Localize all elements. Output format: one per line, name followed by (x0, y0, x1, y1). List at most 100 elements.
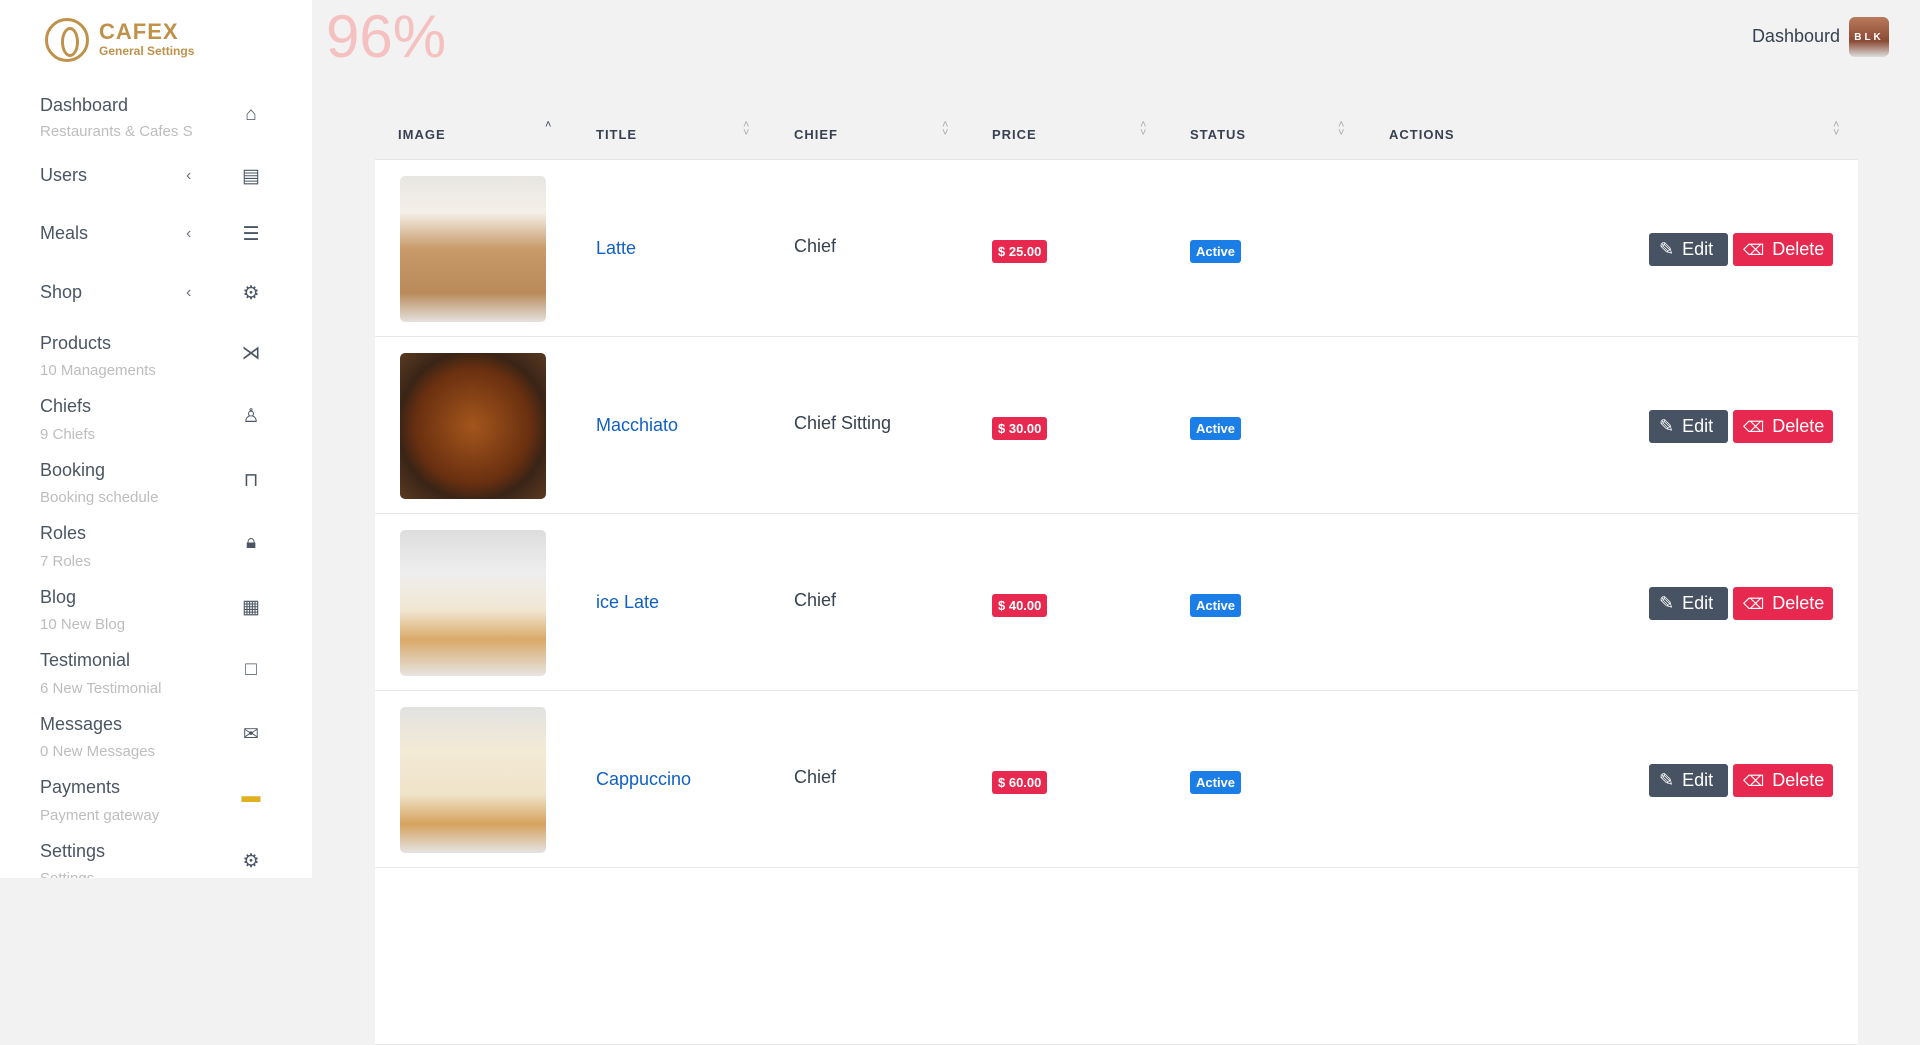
delete-button[interactable]: ⌫ Delete (1733, 410, 1833, 443)
sidebar-item-subtitle: 6 New Testimonial (40, 680, 162, 697)
sidebar-item-testimonial[interactable]: Testimonial 6 New Testimonial □ (0, 650, 312, 710)
sidebar-item-booking[interactable]: Booking Booking schedule ⊓ (0, 460, 312, 520)
product-title-link[interactable]: ice Late (596, 592, 659, 613)
edit-button[interactable]: ✎ Edit (1649, 764, 1728, 797)
brand-subtitle: General Settings (99, 44, 195, 58)
status-badge: Active (1190, 417, 1242, 440)
product-title-link[interactable]: Macchiato (596, 415, 678, 436)
status-badge: Active (1190, 240, 1242, 263)
table-row: ice Late Chief $ 40.00 Active ✎ Edit ⌫ Del… (375, 514, 1858, 691)
sidebar-item-label: Products (40, 333, 112, 353)
chief-name: Chief (794, 590, 837, 610)
sidebar-item-label: Dashboard (40, 95, 129, 115)
edit-label: Edit (1682, 416, 1714, 436)
sidebar-item-payments[interactable]: Payments Payment gateway ▬ (0, 777, 312, 837)
product-title-link[interactable]: Latte (596, 238, 636, 259)
chat-icon: □ (245, 659, 257, 680)
edit-label: Edit (1682, 593, 1714, 613)
table-row: Latte Chief $ 25.00 Active ✎ Edit ⌫ Delete (375, 160, 1858, 337)
edit-label: Edit (1682, 770, 1714, 790)
sidebar-item-chiefs[interactable]: Chiefs 9 Chiefs ♙ (0, 396, 312, 456)
price-badge: $ 60.00 (992, 771, 1048, 794)
delete-button[interactable]: ⌫ Delete (1733, 764, 1833, 797)
chevron-left-icon[interactable]: ‹ (186, 284, 191, 302)
col-chief[interactable]: CHIEF (794, 127, 838, 142)
sidebar-item-dashboard[interactable]: Dashboard Restaurants & Cafes S ⌂ (0, 95, 312, 155)
pencil-icon: ✎ (1659, 239, 1675, 259)
sort-icon[interactable]: ˄ ˅ (942, 120, 948, 139)
chief-name: Chief (794, 767, 837, 787)
brand-name: CAFEX (99, 19, 179, 44)
col-image[interactable]: IMAGE (398, 127, 446, 142)
sidebar-item-subtitle: 9 Chiefs (40, 426, 96, 443)
sidebar-item-subtitle: 7 Roles (40, 553, 91, 570)
sidebar-item-label: Meals (40, 223, 89, 243)
chief-name: Chief (794, 236, 837, 256)
edit-button[interactable]: ✎ Edit (1649, 410, 1728, 443)
sidebar-item-roles[interactable]: Roles 7 Roles 🔒︎ (0, 523, 312, 583)
chef-icon: ♙ (242, 405, 260, 427)
sidebar-item-blog[interactable]: Blog 10 New Blog ▦ (0, 587, 312, 647)
sidebar-item-label: Booking (40, 460, 106, 480)
sidebar-item-messages[interactable]: Messages 0 New Messages ✉ (0, 714, 312, 774)
pencil-icon: ✎ (1659, 416, 1675, 436)
edit-label: Edit (1682, 239, 1714, 259)
avatar[interactable]: BLK (1849, 17, 1889, 57)
delete-label: Delete (1772, 239, 1825, 259)
backspace-icon: ⌫ (1743, 241, 1765, 259)
sidebar-item-label: Payments (40, 777, 121, 797)
sidebar-item-settings[interactable]: Settings Settings ⚙ (0, 841, 312, 878)
col-price[interactable]: PRICE (992, 127, 1037, 142)
col-title[interactable]: TITLE (596, 127, 637, 142)
sort-icon[interactable]: ˄ ˅ (1140, 120, 1146, 139)
sidebar-item-label: Shop (40, 282, 83, 302)
product-image (400, 176, 546, 322)
sidebar-item-label: Blog (40, 587, 77, 607)
delete-label: Delete (1772, 770, 1825, 790)
newspaper-icon: ▦ (242, 596, 260, 618)
sidebar-item-meals[interactable]: Meals ‹ ☰ (0, 223, 312, 283)
sort-icon[interactable]: ˄ ˅ (743, 120, 749, 139)
product-image (400, 707, 546, 853)
delete-button[interactable]: ⌫ Delete (1733, 233, 1833, 266)
edit-button[interactable]: ✎ Edit (1649, 587, 1728, 620)
status-badge: Active (1190, 771, 1242, 794)
logo[interactable]: CAFEX General Settings (45, 18, 194, 62)
col-status[interactable]: STATUS (1190, 127, 1246, 142)
coffee-logo-icon (45, 18, 89, 62)
sidebar-item-label: Messages (40, 714, 123, 734)
delete-label: Delete (1772, 416, 1825, 436)
sort-icon[interactable]: ˄ ˅ (1338, 120, 1344, 139)
sidebar-item-subtitle: 10 Managements (40, 362, 156, 379)
chevron-left-icon[interactable]: ‹ (186, 225, 191, 243)
price-badge: $ 30.00 (992, 417, 1048, 440)
sidebar-item-label: Chiefs (40, 396, 92, 416)
product-image (400, 353, 546, 499)
user-menu-label[interactable]: Dashbourd (1752, 26, 1840, 47)
col-actions[interactable]: ACTIONS (1389, 127, 1455, 142)
delete-label: Delete (1772, 593, 1825, 613)
edit-button[interactable]: ✎ Edit (1649, 233, 1728, 266)
sidebar-item-subtitle: Payment gateway (40, 807, 160, 824)
status-badge: Active (1190, 594, 1242, 617)
chevron-left-icon[interactable]: ‹ (186, 167, 191, 185)
sidebar-item-subtitle: Settings (40, 870, 94, 878)
sidebar-item-products[interactable]: Products 10 Managements ⋊ (0, 333, 312, 393)
sidebar-item-label: Roles (40, 523, 87, 543)
zoom-level: 96% (326, 3, 447, 70)
price-badge: $ 40.00 (992, 594, 1048, 617)
product-image (400, 530, 546, 676)
sidebar-item-label: Testimonial (40, 650, 131, 670)
sidebar: CAFEX General Settings Dashboard Restaura… (0, 0, 312, 878)
backspace-icon: ⌫ (1743, 772, 1765, 790)
delete-button[interactable]: ⌫ Delete (1733, 587, 1833, 620)
lock-icon: 🔒︎ (245, 532, 257, 553)
sort-icon[interactable]: ˄ ˅ (1833, 120, 1839, 139)
price-badge: $ 25.00 (992, 240, 1048, 263)
product-title-link[interactable]: Cappuccino (596, 769, 691, 790)
sidebar-item-users[interactable]: Users ‹ ▤ (0, 165, 312, 225)
payment-card-icon: ▬ (241, 786, 261, 807)
sidebar-item-label: Settings (40, 841, 106, 861)
table-row: Macchiato Chief Sitting $ 30.00 Active ✎… (375, 337, 1858, 514)
sort-asc-icon[interactable]: ˄ (545, 120, 551, 131)
